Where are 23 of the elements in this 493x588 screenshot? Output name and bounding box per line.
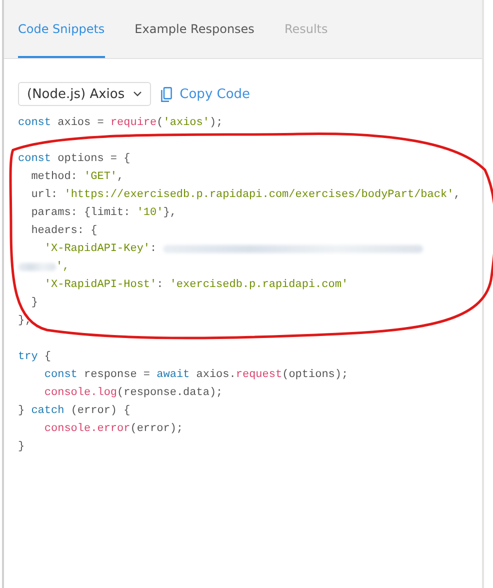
code-line: } (18, 440, 26, 455)
blurred-text (18, 263, 56, 271)
language-dropdown[interactable]: (Node.js) Axios (18, 82, 151, 106)
code-line: method: 'GET', (30, 170, 125, 185)
code-line: const response = await axios.request(options); (43, 368, 350, 383)
code-line: const options = { (18, 152, 132, 167)
copy-icon (160, 86, 172, 102)
code-line: try { (18, 350, 52, 365)
code-line: } catch (error) { (18, 404, 132, 419)
code-line: headers: { (30, 224, 98, 239)
code-line: const axios = require('axios'); (18, 116, 224, 131)
code-line: } (30, 296, 39, 311)
code-line: 'X-RapidAPI-Key': (18, 240, 482, 258)
copy-code-button[interactable]: Copy Code (160, 86, 250, 102)
tab[interactable]: Code Snippets (18, 0, 105, 58)
chevron-down-icon (132, 91, 142, 97)
code-line: console.error(error); (43, 422, 184, 437)
tab[interactable]: Example Responses (134, 0, 254, 58)
code-line: console.log(response.data); (43, 386, 224, 401)
code-line: params: {limit: '10'}, (30, 206, 178, 221)
code-line: 'X-RapidAPI-Host': 'exercisedb.p.rapidapi.com' (43, 278, 350, 293)
code-line: url: 'https://exercisedb.p.rapidapi.com/exercises/bodyPart/back', (30, 188, 462, 203)
code-line: ', (18, 258, 482, 276)
